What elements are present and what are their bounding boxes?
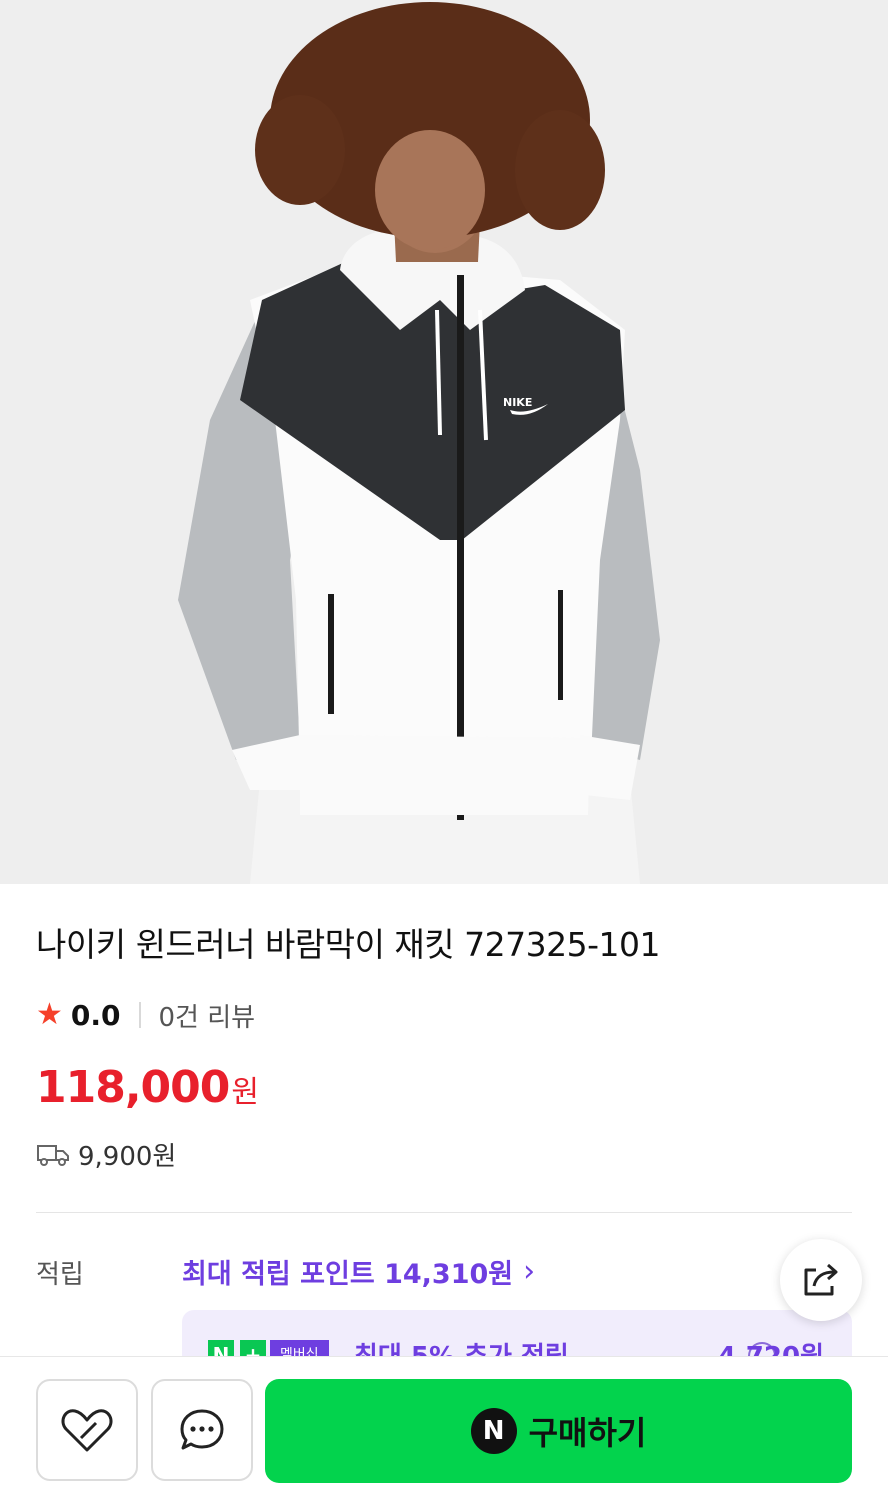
share-button[interactable] bbox=[780, 1239, 862, 1321]
membership-points-box[interactable]: N + 멤버십 최대 5% 추가 적립 4,720원 bbox=[182, 1310, 852, 1358]
star-icon: ★ bbox=[36, 997, 63, 1032]
max-points-text: 최대 적립 포인트 14,310원 bbox=[182, 1259, 514, 1290]
section-divider bbox=[36, 1212, 852, 1213]
product-photo-illustration: NIKE bbox=[0, 0, 888, 884]
buy-button-label: 구매하기 bbox=[528, 1414, 647, 1452]
chat-bubble-icon bbox=[180, 1409, 224, 1450]
chat-button[interactable] bbox=[151, 1379, 253, 1481]
shipping-row: 9,900원 bbox=[36, 1136, 176, 1173]
max-points-link[interactable]: 최대 적립 포인트 14,310원 › bbox=[182, 1252, 535, 1291]
product-title: 나이키 윈드러너 바람막이 재킷 727325-101 bbox=[36, 925, 661, 964]
review-count-link[interactable]: 0건 리뷰 bbox=[159, 997, 256, 1034]
divider bbox=[138, 1002, 141, 1028]
product-image[interactable]: NIKE bbox=[0, 0, 888, 884]
price-row: 118,000 원 bbox=[36, 1062, 259, 1113]
shipping-fee: 9,900원 bbox=[78, 1142, 177, 1172]
price-value: 118,000 bbox=[36, 1062, 230, 1113]
points-label: 적립 bbox=[36, 1260, 84, 1290]
rating-value: 0.0 bbox=[70, 998, 121, 1032]
truck-icon bbox=[37, 1144, 69, 1166]
rating-row[interactable]: ★ 0.0 0건 리뷰 bbox=[36, 996, 255, 1034]
price-unit: 원 bbox=[231, 1075, 260, 1110]
chevron-right-icon: › bbox=[523, 1254, 536, 1289]
naver-n-icon: N bbox=[470, 1408, 517, 1454]
share-icon bbox=[804, 1263, 838, 1296]
heart-icon bbox=[61, 1409, 113, 1452]
brand-logo: NIKE bbox=[503, 396, 532, 409]
like-button[interactable] bbox=[36, 1379, 138, 1481]
membership-text: 최대 5% 추가 적립 bbox=[354, 1342, 569, 1358]
membership-amount: 4,720원 bbox=[717, 1342, 824, 1358]
buy-button[interactable]: N 구매하기 bbox=[265, 1379, 852, 1483]
